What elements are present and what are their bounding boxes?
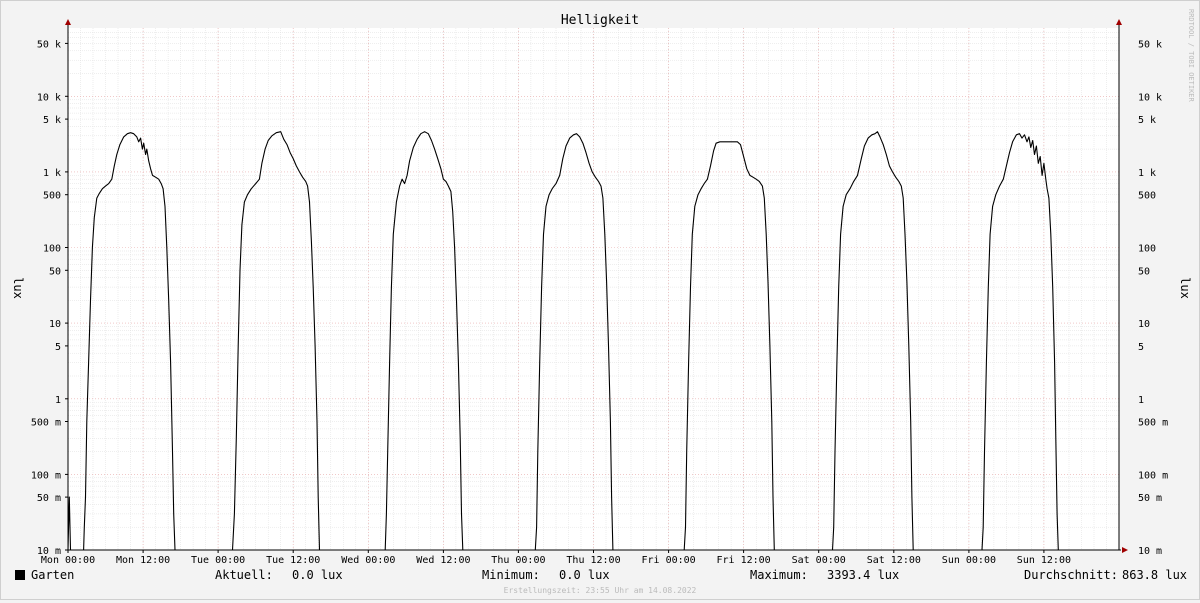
y-tick-label-left: 50 k [37, 39, 61, 50]
x-tick-label: Sun 00:00 [942, 555, 996, 566]
x-tick-label: Sat 00:00 [792, 555, 846, 566]
chart-title: Helligkeit [561, 13, 639, 28]
x-tick-label: Thu 00:00 [491, 555, 545, 566]
legend-swatch [15, 570, 25, 580]
y-tick-label-right: 5 k [1138, 115, 1156, 126]
maximum-value: 3393.4 lux [827, 568, 900, 582]
y-tick-label-right: 100 [1138, 244, 1156, 255]
x-tick-label: Tue 00:00 [191, 555, 245, 566]
y-tick-label-right: 1 [1138, 395, 1144, 406]
y-tick-label-right: 100 m [1138, 470, 1168, 481]
y-tick-label-right: 10 [1138, 319, 1150, 330]
durchschnitt-label: Durchschnitt: [1024, 568, 1118, 582]
aktuell-value: 0.0 lux [292, 568, 343, 582]
x-axis-arrow [1122, 547, 1128, 553]
x-tick-label: Sat 12:00 [867, 555, 921, 566]
minimum-value: 0.0 lux [559, 568, 610, 582]
y-axis-label-left: lux [11, 277, 25, 299]
y-tick-label-left: 500 [43, 191, 61, 202]
y-tick-label-left: 500 m [31, 418, 61, 429]
aktuell-label: Aktuell: [215, 568, 273, 582]
y-tick-label-left: 5 k [43, 115, 61, 126]
y-tick-label-right: 50 [1138, 266, 1150, 277]
y-tick-label-left: 10 k [37, 92, 61, 103]
y-tick-label-right: 500 m [1138, 418, 1168, 429]
durchschnitt-value: 863.8 lux [1122, 568, 1188, 582]
legend-series-name: Garten [31, 568, 75, 582]
y-tick-label-left: 50 [49, 266, 61, 277]
x-tick-label: Sun 12:00 [1017, 555, 1071, 566]
x-tick-label: Thu 12:00 [566, 555, 620, 566]
maximum-label: Maximum: [750, 568, 808, 582]
minimum-label: Minimum: [482, 568, 540, 582]
x-tick-label: Mon 00:00 [41, 555, 95, 566]
y-tick-label-right: 50 k [1138, 39, 1162, 50]
chart-frame: Helligkeit RRDTOOL / TOBI OETIKER lux lu… [0, 0, 1200, 600]
y-tick-label-right: 50 m [1138, 493, 1162, 504]
y-tick-label-left: 1 k [43, 168, 61, 179]
x-tick-label: Wed 00:00 [341, 555, 395, 566]
y-axis-label-right: lux [1178, 277, 1192, 299]
y-tick-label-right: 10 k [1138, 92, 1162, 103]
x-tick-label: Wed 12:00 [416, 555, 470, 566]
x-tick-label: Fri 12:00 [717, 555, 771, 566]
y-tick-label-left: 50 m [37, 493, 61, 504]
y-tick-label-left: 10 [49, 319, 61, 330]
y-tick-label-left: 5 [55, 342, 61, 353]
y-tick-label-left: 1 [55, 395, 61, 406]
watermark: RRDTOOL / TOBI OETIKER [1187, 9, 1195, 103]
y-axis-arrow-left [65, 19, 71, 25]
legend-row: Garten Aktuell: 0.0 lux Minimum: 0.0 lux… [1, 567, 1199, 585]
y-tick-label-left: 100 [43, 244, 61, 255]
y-tick-label-right: 1 k [1138, 168, 1156, 179]
x-tick-label: Mon 12:00 [116, 555, 170, 566]
y-tick-label-right: 5 [1138, 342, 1144, 353]
footer-timestamp: Erstellungszeit: 23:55 Uhr am 14.08.2022 [503, 586, 697, 595]
y-tick-label-left: 100 m [31, 470, 61, 481]
x-tick-label: Tue 12:00 [266, 555, 320, 566]
y-tick-label-right: 10 m [1138, 546, 1162, 557]
y-axis-arrow-right [1116, 19, 1122, 25]
y-tick-label-right: 500 [1138, 191, 1156, 202]
chart-svg: Helligkeit RRDTOOL / TOBI OETIKER lux lu… [11, 9, 1195, 566]
x-tick-label: Fri 00:00 [642, 555, 696, 566]
